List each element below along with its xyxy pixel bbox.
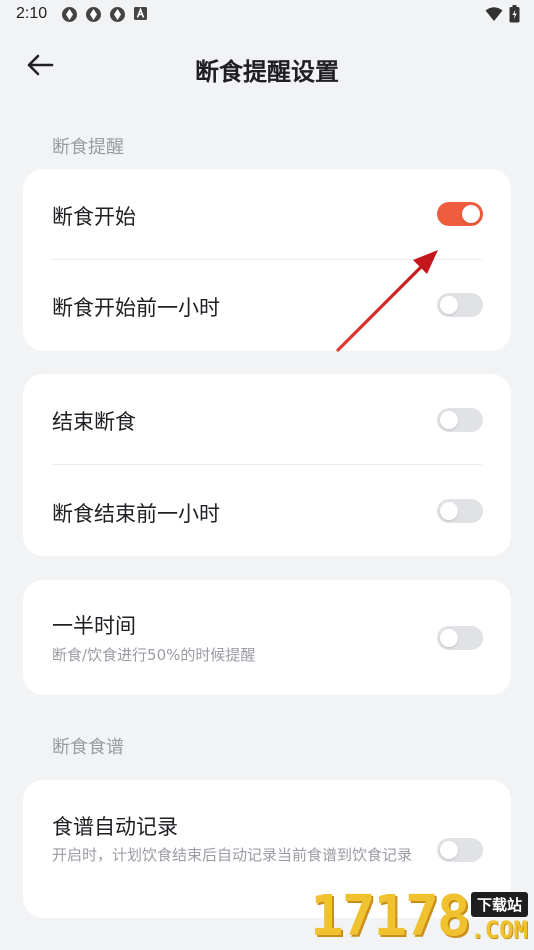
status-time: 2:10 [16,5,48,22]
row-fasting-start[interactable]: 断食开始 [23,169,511,260]
toggle-knob [440,502,458,520]
watermark-tag: 下载站 [470,892,528,917]
page-title: 断食提醒设置 [195,58,339,86]
battery-icon [509,5,520,27]
card-half-time: 一半时间 断食/饮食进行50%的时候提醒 [23,580,511,695]
toggle-knob [440,296,458,314]
watermark-digits: 17178 [310,884,471,949]
toggle-recipe-auto-record[interactable] [437,838,483,862]
row-description: 开启时，计划饮食结束后自动记录当前食谱到饮食记录 [52,846,413,864]
row-half-time[interactable]: 一半时间 断食/饮食进行50%的时候提醒 [23,580,511,695]
header: 断食提醒设置 [0,38,534,96]
toggle-knob [440,841,458,859]
aperture-icon [85,6,102,23]
toggle-fasting-start[interactable] [437,202,483,226]
row-label: 断食开始 [52,205,136,229]
section-label-fasting-recipe: 断食食谱 [52,737,124,758]
watermark-logo: 17178 下载站 .COM [308,880,534,950]
wifi-icon [485,6,503,26]
aperture-icon [61,6,78,23]
row-label: 断食开始前一小时 [52,296,220,320]
row-label: 一半时间 [52,614,136,638]
row-label: 断食结束前一小时 [52,502,220,526]
toggle-half-time[interactable] [437,626,483,650]
toggle-knob [462,205,480,223]
toggle-end-fasting[interactable] [437,408,483,432]
toggle-fasting-end-hour-before[interactable] [437,499,483,523]
watermark-domain: .COM [470,916,528,944]
row-fasting-start-hour-before[interactable]: 断食开始前一小时 [23,260,511,351]
row-fasting-end-hour-before[interactable]: 断食结束前一小时 [23,465,511,556]
status-bar: 2:10 [0,0,534,28]
row-end-fasting[interactable]: 结束断食 [23,374,511,465]
row-label: 结束断食 [52,410,136,434]
card-fasting-start: 断食开始 断食开始前一小时 [23,169,511,351]
row-label: 食谱自动记录 [52,815,178,839]
aperture-icon [109,6,126,23]
row-description: 断食/饮食进行50%的时候提醒 [52,646,256,664]
toggle-knob [440,629,458,647]
toggle-knob [440,411,458,429]
a-box-icon [133,6,150,23]
section-label-fasting-reminder: 断食提醒 [52,137,124,158]
card-fasting-end: 结束断食 断食结束前一小时 [23,374,511,556]
toggle-fasting-start-hour-before[interactable] [437,293,483,317]
